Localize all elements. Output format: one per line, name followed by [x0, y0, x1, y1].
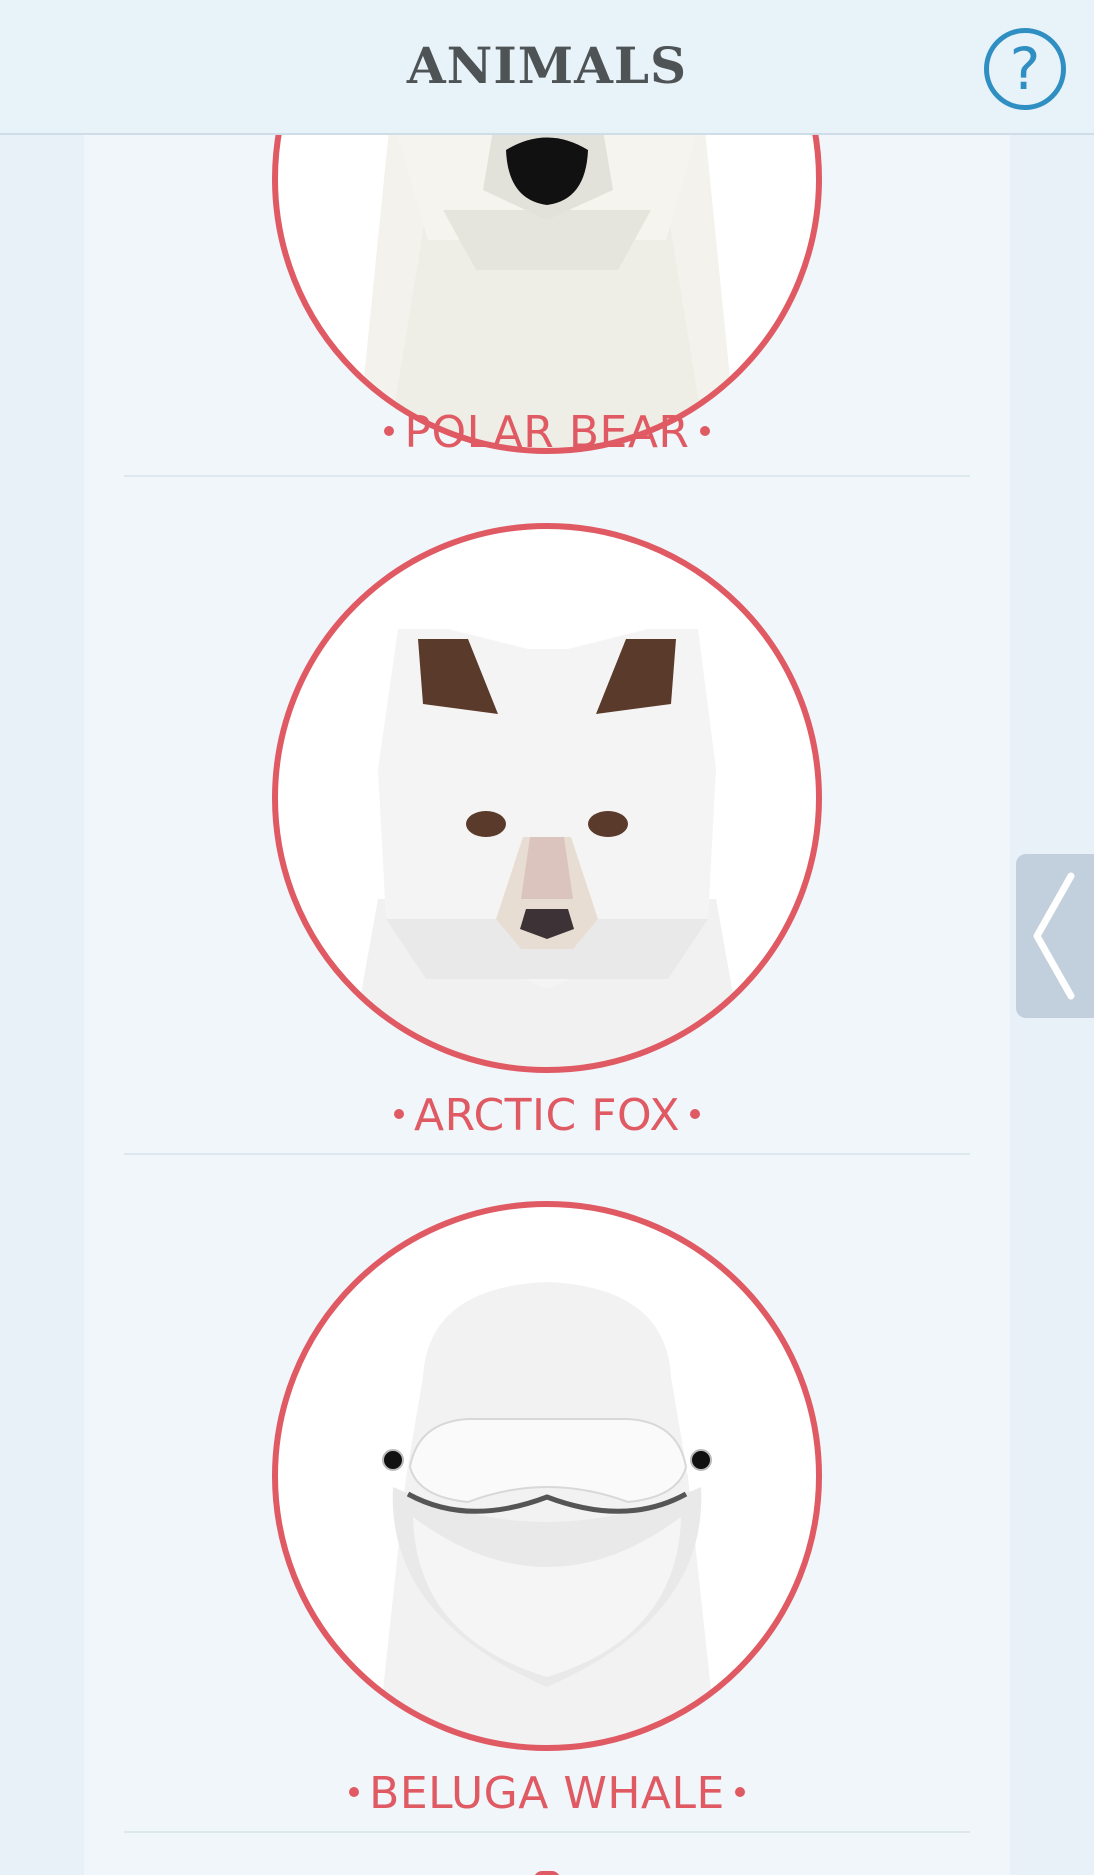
bullet-right	[734, 1787, 745, 1797]
chevron-left-icon	[1033, 872, 1075, 1000]
bullet-left	[349, 1787, 360, 1797]
animal-name-label: ARCTIC FOX	[124, 1090, 970, 1141]
animal-name-text: POLAR BEAR	[404, 407, 690, 458]
animal-name-text: BELUGA WHALE	[369, 1768, 725, 1819]
bullet-left	[384, 426, 395, 436]
app-header: ANIMALS ?	[0, 0, 1094, 135]
help-button[interactable]: ?	[984, 28, 1066, 110]
animal-name-text: ARCTIC FOX	[413, 1090, 681, 1141]
page-title: ANIMALS	[406, 36, 688, 95]
animals-screen: POLAR BEAR ARCTIC FOX BELUGA WHALE ANIMA…	[0, 0, 1094, 1875]
beluga-whale-icon	[268, 1197, 826, 1755]
animal-card-beluga-whale[interactable]: BELUGA WHALE	[124, 1155, 970, 1833]
bullet-right	[690, 1109, 701, 1119]
card-divider	[124, 1831, 970, 1833]
arctic-fox-icon	[268, 519, 826, 1077]
next-card-peek	[0, 1866, 1094, 1875]
help-icon: ?	[1009, 35, 1041, 103]
animal-card-polar-bear[interactable]: POLAR BEAR	[124, 0, 970, 477]
animal-name-label: POLAR BEAR	[124, 407, 970, 458]
animal-name-label: BELUGA WHALE	[124, 1768, 970, 1819]
bullet-left	[393, 1109, 404, 1119]
animal-card-arctic-fox[interactable]: ARCTIC FOX	[124, 477, 970, 1155]
bullet-right	[699, 426, 710, 436]
side-drawer-tab[interactable]	[1016, 854, 1094, 1018]
